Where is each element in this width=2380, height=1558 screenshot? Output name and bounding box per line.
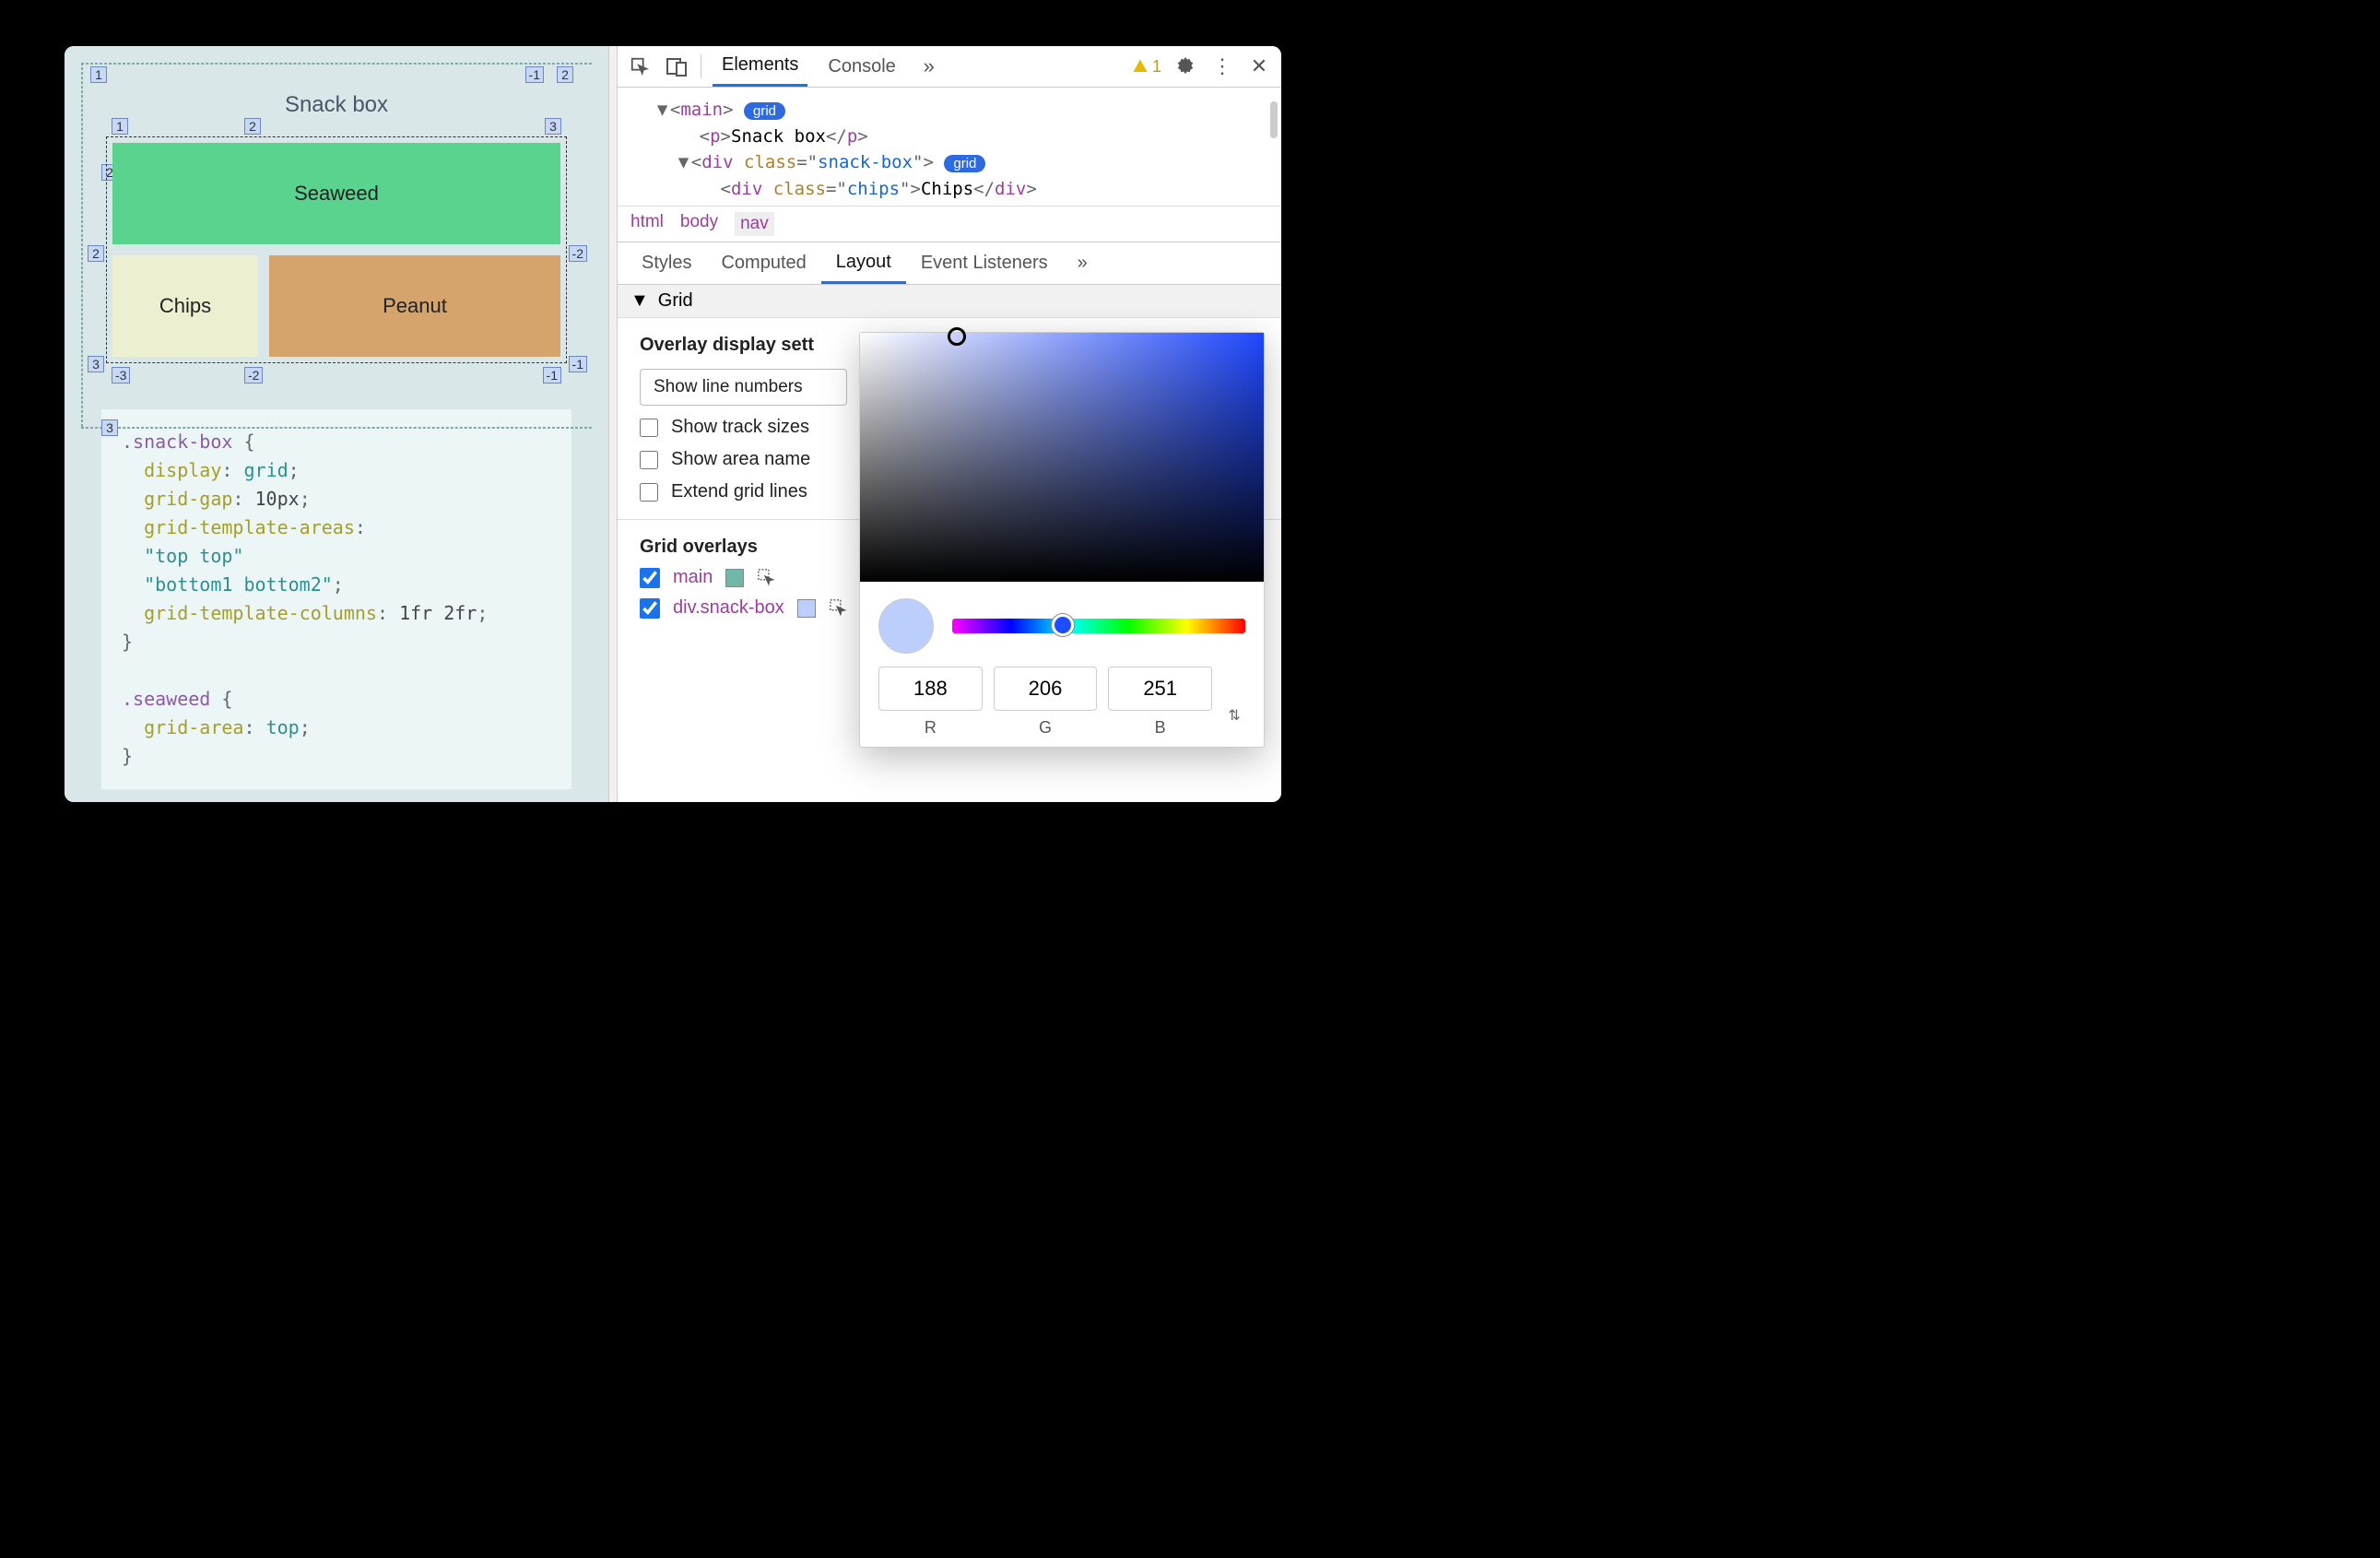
page-title: Snack box [92,92,581,118]
tab-elements[interactable]: Elements [713,46,807,87]
section-title: Grid [658,290,693,312]
show-area-names-checkbox[interactable] [640,451,658,469]
extend-grid-lines-checkbox[interactable] [640,483,658,502]
color-picker-popover: R G B ⇅ [859,332,1265,748]
grid-line-badge: 2 [244,118,261,135]
dom-tree[interactable]: ▼<main> grid <p>Snack box</p> ▼<div clas… [618,88,1281,206]
inspect-icon[interactable] [627,53,653,79]
grid-cell-chips: Chips [112,255,258,357]
subtab-layout[interactable]: Layout [821,242,906,284]
subtab-styles[interactable]: Styles [627,242,706,284]
warnings-badge[interactable]: 1 [1132,57,1161,77]
selected-color-swatch[interactable] [878,598,934,654]
grid-badge[interactable]: grid [944,155,985,172]
snack-box-grid: Seaweed Chips Peanut [106,136,567,363]
checkbox-label: Show track sizes [671,417,809,438]
grid-line-badge: 3 [545,118,561,135]
overlay-color-swatch[interactable] [725,569,744,587]
grid-line-badge: 2 [557,66,573,83]
line-numbers-select[interactable]: Show line numbers [640,369,847,406]
subtab-computed[interactable]: Computed [706,242,820,284]
grid-line-badge: 1 [112,118,128,135]
channel-label: B [1108,718,1212,738]
devtools-toolbar: Elements Console » 1 ⋮ ✕ [618,46,1281,88]
color-r-input[interactable] [878,667,983,711]
breadcrumb[interactable]: html body nav [618,206,1281,242]
overlay-label: main [673,567,713,588]
checkbox-label: Extend grid lines [671,481,807,502]
grid-line-badge: -1 [569,356,587,372]
hue-slider[interactable] [952,619,1245,633]
grid-badge[interactable]: grid [744,102,785,120]
app-window: 1 -1 2 2 3 Snack box 1 2 3 2 -2 3 -1 -3 … [65,46,1281,802]
subtab-event-listeners[interactable]: Event Listeners [906,242,1063,284]
sv-cursor-icon[interactable] [948,327,966,346]
disclosure-triangle-icon[interactable]: ▼ [657,97,670,124]
grid-line-badge: -3 [112,367,130,384]
checkbox-label: Show area name [671,449,810,470]
page-viewport: 1 -1 2 2 3 Snack box 1 2 3 2 -2 3 -1 -3 … [65,46,608,802]
grid-line-badge: -1 [543,367,561,384]
warnings-count: 1 [1152,57,1161,77]
show-track-sizes-checkbox[interactable] [640,419,658,437]
grid-line-badge: 3 [101,419,118,436]
overlay-main-checkbox[interactable] [640,568,660,588]
grid-line-badge: -2 [569,245,587,262]
grid-cell-peanut: Peanut [269,255,560,357]
kebab-menu-icon[interactable]: ⋮ [1209,53,1235,79]
grid-line-badge: 3 [88,356,104,372]
snack-grid-overlay: 1 2 3 2 -2 3 -1 -3 -2 -1 Seaweed Chips P… [106,136,567,363]
grid-section-header[interactable]: ▼ Grid [618,285,1281,318]
hue-thumb-icon[interactable] [1052,614,1074,636]
channel-label: G [994,718,1098,738]
overlay-snackbox-checkbox[interactable] [640,598,660,619]
breadcrumb-item[interactable]: body [680,212,718,236]
channel-label: R [878,718,983,738]
color-b-input[interactable] [1108,667,1212,711]
disclosure-triangle-icon[interactable]: ▼ [630,290,649,312]
color-mode-toggle-icon[interactable]: ⇅ [1223,680,1245,725]
reveal-element-icon[interactable] [829,598,849,619]
styles-subtabs: Styles Computed Layout Event Listeners » [618,242,1281,285]
saturation-value-field[interactable] [860,333,1264,582]
grid-line-badge: 1 [90,66,107,83]
breadcrumb-item[interactable]: nav [735,212,774,236]
grid-line-badge: -1 [525,66,544,83]
disclosure-triangle-icon[interactable]: ▼ [678,149,691,176]
settings-icon[interactable] [1172,53,1198,79]
devtools-panel: Elements Console » 1 ⋮ ✕ ▼<main> grid <p… [618,46,1281,802]
grid-line-badge: -2 [244,367,263,384]
css-code-block: .snack-box { display: grid; grid-gap: 10… [101,409,571,789]
color-g-input[interactable] [994,667,1098,711]
more-subtabs-icon[interactable]: » [1063,242,1102,284]
device-toggle-icon[interactable] [664,53,689,79]
overlay-label: div.snack-box [673,597,784,619]
tab-console[interactable]: Console [819,46,904,87]
breadcrumb-item[interactable]: html [630,212,664,236]
close-icon[interactable]: ✕ [1246,53,1272,79]
more-tabs-icon[interactable]: » [916,53,942,79]
grid-cell-seaweed: Seaweed [112,143,560,244]
reveal-element-icon[interactable] [757,568,777,588]
pane-splitter[interactable] [608,46,618,802]
grid-line-badge: 2 [88,245,104,262]
overlay-color-swatch[interactable] [797,599,816,618]
